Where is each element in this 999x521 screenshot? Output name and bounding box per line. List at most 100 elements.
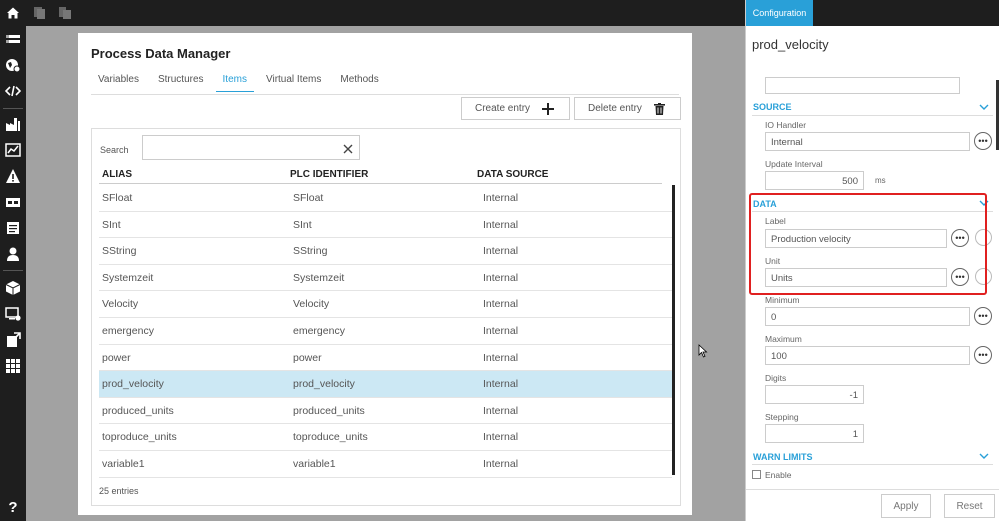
previous-field[interactable] [765,77,960,94]
chart-icon[interactable] [5,142,21,158]
factory-icon[interactable] [5,116,21,132]
apply-button[interactable]: Apply [881,494,931,518]
package-icon[interactable] [5,280,21,296]
section-warn-limits-title[interactable]: WARN LIMITS [753,452,813,462]
cell-data-source: Internal [483,218,519,231]
copy-icon[interactable] [33,6,47,20]
reset-button[interactable]: Reset [944,494,995,518]
top-bar [0,0,745,26]
more-options-button[interactable]: ••• [974,307,992,325]
home-icon[interactable] [6,6,20,20]
stepping-label: Stepping [765,412,799,422]
cell-alias: SString [102,245,137,258]
cell-alias: produced_units [102,404,174,417]
cell-data-source: Internal [483,271,519,284]
cell-alias: SFloat [102,192,133,204]
list-icon[interactable] [5,32,21,48]
delete-entry-label: Delete entry [588,103,642,114]
export-icon[interactable] [5,332,21,348]
io-handler-field[interactable]: Internal [765,132,970,151]
cell-plc-identifier: SInt [293,218,312,231]
cell-alias: Systemzeit [102,271,154,284]
enable-checkbox[interactable] [752,470,761,479]
cell-plc-identifier: SFloat [293,192,324,204]
globe-settings-icon[interactable] [5,57,21,73]
table-scrollbar[interactable] [672,185,675,475]
panel-title: prod_velocity [752,37,829,52]
cell-plc-identifier: SString [293,245,328,258]
table-row[interactable]: emergency emergency Internal [99,318,672,345]
delete-entry-button[interactable]: Delete entry [574,97,681,120]
search-label: Search [100,145,129,155]
warning-icon[interactable] [5,168,21,184]
document-icon[interactable] [5,220,21,236]
tab-structures[interactable]: Structures [151,72,211,92]
tab-variables[interactable]: Variables [91,72,146,92]
table-row[interactable]: SFloat SFloat Internal [99,185,672,212]
digits-label: Digits [765,373,787,383]
grid-icon[interactable] [5,358,21,374]
page-title: Process Data Manager [91,46,231,61]
column-header-alias[interactable]: ALIAS [102,169,132,180]
more-options-button[interactable]: ••• [974,346,992,364]
cell-alias: SInt [102,218,121,231]
cell-alias: Velocity [102,298,139,311]
table-row[interactable]: prod_velocity prod_velocity Internal [99,371,672,398]
table-row[interactable]: Velocity Velocity Internal [99,291,672,318]
process-data-manager-card: Process Data Manager Variables Structure… [78,33,692,515]
mouse-cursor-icon [698,344,708,358]
table-row[interactable]: toproduce_units toproduce_units Internal [99,424,672,451]
digits-field[interactable]: -1 [765,385,864,404]
tab-virtual-items[interactable]: Virtual Items [259,72,328,92]
paste-icon[interactable] [58,6,72,20]
create-entry-label: Create entry [475,103,531,114]
cell-data-source: Internal [483,378,519,391]
table-row[interactable]: produced_units produced_units Internal [99,398,672,425]
update-interval-unit: ms [875,176,886,185]
stepping-field[interactable]: 1 [765,424,864,443]
more-options-button[interactable]: ••• [974,132,992,150]
chevron-down-icon[interactable] [979,452,989,460]
section-source-title[interactable]: SOURCE [753,102,792,112]
table-row[interactable]: SInt SInt Internal [99,212,672,239]
column-header-data-source[interactable]: DATA SOURCE [477,169,548,180]
maximum-field[interactable]: 100 [765,346,970,365]
minimum-label: Minimum [765,295,800,305]
tab-methods[interactable]: Methods [333,72,385,92]
code-icon[interactable] [5,83,21,99]
table-row[interactable]: SString SString Internal [99,238,672,265]
cell-plc-identifier: power [293,351,322,364]
tab-items[interactable]: Items [215,72,254,92]
cell-data-source: Internal [483,245,519,258]
maximum-label: Maximum [765,334,802,344]
user-icon[interactable] [5,246,21,262]
table-header: ALIAS PLC IDENTIFIER DATA SOURCE [99,169,662,184]
monitor-settings-icon[interactable] [5,306,21,322]
table-row[interactable]: variable1 variable1 Internal [99,451,672,478]
cell-plc-identifier: prod_velocity [293,378,355,391]
search-input[interactable] [142,135,360,160]
minimum-field[interactable]: 0 [765,307,970,326]
plus-icon [542,103,554,115]
panel-footer-divider [746,489,999,490]
table-row[interactable]: Systemzeit Systemzeit Internal [99,265,672,292]
cell-data-source: Internal [483,324,519,337]
chevron-down-icon[interactable] [979,103,989,111]
update-interval-field[interactable]: 500 [765,171,864,190]
sidebar-divider [3,270,23,271]
close-icon[interactable] [341,142,355,156]
device-icon[interactable] [5,194,21,210]
cell-alias: emergency [102,324,154,337]
tab-configuration[interactable]: Configuration [746,0,813,26]
table-row[interactable]: power power Internal [99,345,672,372]
update-interval-label: Update Interval [765,159,823,169]
data-section-highlight [749,193,987,295]
create-entry-button[interactable]: Create entry [461,97,570,120]
help-icon[interactable]: ? [5,498,21,514]
column-header-plc-identifier[interactable]: PLC IDENTIFIER [290,169,368,180]
cell-data-source: Internal [483,351,519,364]
panel-tab-bar [813,0,999,26]
cell-alias: toproduce_units [102,431,177,444]
work-area: Process Data Manager Variables Structure… [26,26,745,521]
cell-data-source: Internal [483,431,519,444]
